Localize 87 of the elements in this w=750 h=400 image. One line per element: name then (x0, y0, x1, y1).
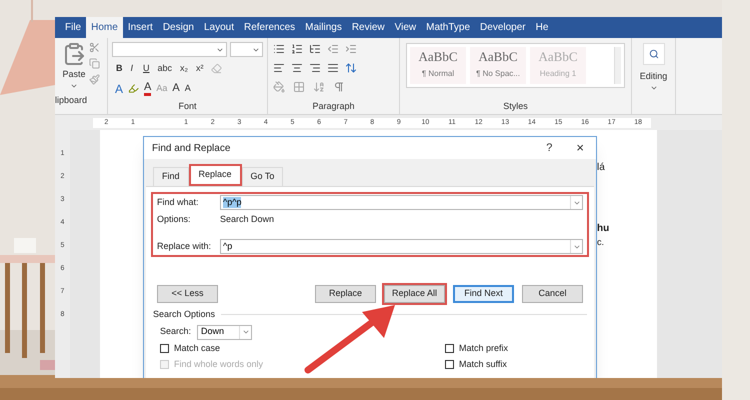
style-name: ¶ Normal (422, 68, 454, 80)
paste-icon[interactable] (62, 42, 86, 66)
group-label: lipboard (55, 95, 88, 105)
document-text: hu (597, 222, 610, 236)
find-button[interactable] (642, 43, 664, 65)
group-label: Paragraph (312, 102, 355, 111)
style-name: ¶ No Spac... (476, 68, 520, 80)
format-button[interactable]: x₂ (179, 62, 190, 76)
scissors-icon[interactable] (89, 42, 100, 53)
group-label: Font (178, 102, 196, 111)
editing-button[interactable]: Editing (640, 70, 668, 84)
dialog-button[interactable]: << Less (157, 285, 218, 303)
document-text: lá (597, 161, 606, 175)
search-icon (648, 49, 658, 59)
shrink-font-button[interactable]: A (184, 84, 191, 93)
font-color-button[interactable]: A (144, 82, 152, 96)
input-field[interactable]: ^p (220, 239, 583, 254)
style-preview: AaBbC (478, 48, 518, 66)
help-button[interactable]: ? (546, 140, 552, 156)
font-name-field[interactable] (112, 42, 228, 57)
checkbox-label: Find whole words only (174, 358, 264, 371)
decrease-indent-icon[interactable] (327, 43, 339, 55)
format-button[interactable]: x² (195, 62, 205, 76)
dialog-tab[interactable]: Replace (188, 164, 242, 186)
ribbon-tab[interactable]: He (530, 17, 554, 38)
style-preview: AaBbC (418, 48, 458, 66)
checkbox[interactable] (160, 344, 169, 353)
format-button[interactable]: I (130, 62, 136, 76)
align-right-icon[interactable] (309, 62, 321, 74)
style-preview: AaBbC (538, 48, 578, 66)
dialog-tab[interactable]: Go To (242, 167, 284, 186)
checkbox[interactable] (445, 344, 454, 353)
text-effects-button[interactable]: A (115, 82, 124, 94)
checkbox-label: Match case (174, 342, 220, 355)
section-title: Search Options (153, 308, 216, 321)
paste-button[interactable]: Paste (62, 68, 86, 82)
ribbon-tab[interactable]: Home (86, 17, 123, 38)
dialog-button[interactable]: Find Next (453, 285, 514, 303)
multilevel-list-icon[interactable] (309, 43, 321, 55)
align-center-icon[interactable] (291, 62, 303, 74)
ribbon-tab[interactable]: File (60, 17, 86, 38)
ribbon-tab[interactable]: Review (346, 17, 390, 38)
increase-indent-icon[interactable] (345, 43, 357, 55)
dialog-button[interactable]: Replace All (384, 285, 445, 303)
format-button[interactable]: U (142, 62, 151, 76)
field-label: Replace with: (157, 240, 212, 253)
style-item[interactable]: AaBbC ¶ No Spac... (470, 47, 526, 84)
dialog-button[interactable]: Replace (315, 285, 376, 303)
format-button[interactable]: abc (156, 62, 174, 76)
dialog-title: Find and Replace (152, 142, 230, 156)
line-spacing-icon[interactable] (345, 62, 357, 74)
close-button[interactable]: × (576, 138, 584, 158)
field-label: Find what: (157, 196, 200, 209)
ribbon-tab[interactable]: Mailings (300, 17, 347, 38)
checkbox-label: Match prefix (459, 342, 508, 355)
document-text: c. (597, 236, 606, 249)
font-size-field[interactable] (230, 42, 263, 57)
input-field[interactable]: ^p^p (220, 195, 583, 210)
caret-icon (242, 328, 250, 336)
search-direction-dropdown[interactable]: Down (197, 324, 252, 340)
field-value: ^p^p (223, 197, 242, 208)
ribbon-tab[interactable]: View (390, 17, 422, 38)
ribbon-tab[interactable]: Developer (475, 17, 531, 38)
checkbox[interactable] (445, 360, 454, 369)
ribbon-tab[interactable]: Insert (122, 17, 158, 38)
ribbon-tab[interactable]: References (239, 17, 300, 38)
checkbox-label: Match suffix (459, 358, 507, 371)
style-item[interactable]: AaBbC ¶ Normal (410, 47, 466, 84)
field-value: ^p (223, 241, 232, 252)
format-button[interactable]: B (115, 62, 124, 76)
justify-icon[interactable] (327, 62, 339, 74)
grow-font-button[interactable]: A (172, 83, 180, 94)
pilcrow-icon[interactable] (333, 81, 345, 93)
style-name: Heading 1 (540, 68, 576, 80)
field-label: Search: (160, 325, 192, 338)
options-value: Search Down (220, 212, 274, 226)
dialog-button[interactable]: Cancel (522, 285, 583, 303)
gallery-scrollbar[interactable] (614, 47, 621, 84)
ribbon-tab[interactable]: Design (158, 17, 199, 38)
ribbon-tab[interactable]: MathType (421, 17, 476, 38)
highlighter-icon[interactable] (128, 83, 140, 94)
ribbon-tab[interactable]: Layout (198, 17, 239, 38)
align-left-icon[interactable] (273, 62, 285, 74)
numbering-icon[interactable] (291, 43, 303, 55)
group-label: Styles (503, 102, 528, 111)
field-label: Options: (157, 212, 192, 226)
dialog-tab[interactable]: Find (153, 167, 189, 186)
